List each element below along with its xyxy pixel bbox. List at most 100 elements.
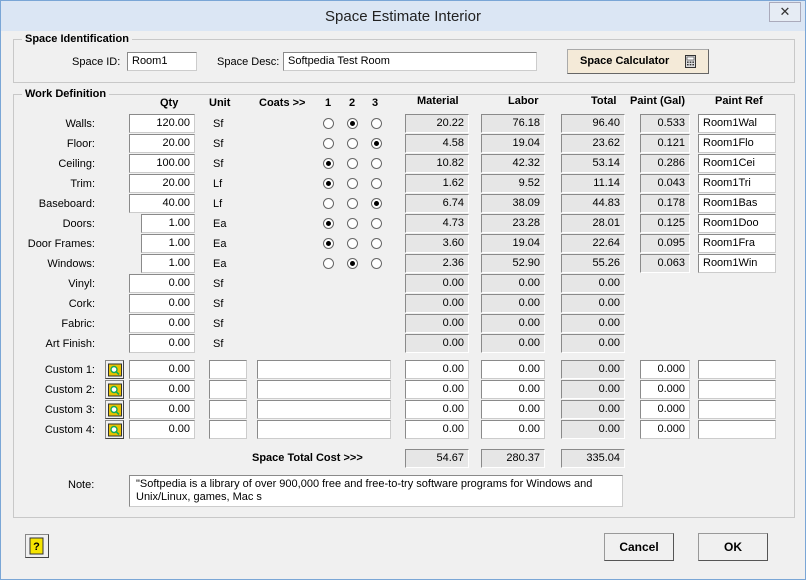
walls-qty-field[interactable]: 120.00 xyxy=(129,114,195,133)
trim-qty-field[interactable]: 20.00 xyxy=(129,174,195,193)
custom-1-unit-field[interactable] xyxy=(209,360,247,379)
custom-4-paint-ref-field[interactable] xyxy=(698,420,776,439)
door-frames-coats-3-radio[interactable] xyxy=(371,238,382,249)
door-frames-coats-2-radio[interactable] xyxy=(347,238,358,249)
baseboard-paint-ref-field[interactable]: Room1Bas xyxy=(698,194,776,213)
door-frames-paint-ref-field[interactable]: Room1Fra xyxy=(698,234,776,253)
baseboard-paint-value: 0.178 xyxy=(640,194,690,213)
ceiling-coats-3-radio[interactable] xyxy=(371,158,382,169)
doors-coats-1-radio[interactable] xyxy=(323,218,334,229)
space-desc-field[interactable]: Softpedia Test Room xyxy=(283,52,537,71)
vinyl-qty-field[interactable]: 0.00 xyxy=(129,274,195,293)
custom-1-lookup-button[interactable] xyxy=(105,360,124,379)
custom-2-material-field[interactable]: 0.00 xyxy=(405,380,469,399)
close-button[interactable]: ✕ xyxy=(769,2,801,22)
ceiling-coats-1-radio[interactable] xyxy=(323,158,334,169)
windows-coats-1-radio[interactable] xyxy=(323,258,334,269)
vinyl-labor-value: 0.00 xyxy=(481,274,545,293)
doors-paint-ref-field[interactable]: Room1Doo xyxy=(698,214,776,233)
space-id-field[interactable]: Room1 xyxy=(127,52,197,71)
custom-3-paint-field[interactable]: 0.000 xyxy=(640,400,690,419)
custom-1-labor-field[interactable]: 0.00 xyxy=(481,360,545,379)
walls-paint-ref-field[interactable]: Room1Wal xyxy=(698,114,776,133)
ceiling-coats-2-radio[interactable] xyxy=(347,158,358,169)
help-button[interactable]: ? xyxy=(25,534,49,558)
custom-1-paint-field[interactable]: 0.000 xyxy=(640,360,690,379)
custom-3-paint-ref-field[interactable] xyxy=(698,400,776,419)
art-finish-label: Art Finish: xyxy=(45,338,95,350)
custom-4-qty-field[interactable]: 0.00 xyxy=(129,420,195,439)
note-field[interactable]: "Softpedia is a library of over 900,000 … xyxy=(129,475,623,507)
floor-coats-1-radio[interactable] xyxy=(323,138,334,149)
trim-coats-2-radio[interactable] xyxy=(347,178,358,189)
custom-2-labor-field[interactable]: 0.00 xyxy=(481,380,545,399)
windows-coats-3-radio[interactable] xyxy=(371,258,382,269)
custom-4-material-field[interactable]: 0.00 xyxy=(405,420,469,439)
door-frames-coats-1-radio[interactable] xyxy=(323,238,334,249)
custom-3-desc-field[interactable] xyxy=(257,400,391,419)
custom-4-paint-field[interactable]: 0.000 xyxy=(640,420,690,439)
floor-coats-3-radio[interactable] xyxy=(371,138,382,149)
ceiling-paint-ref-field[interactable]: Room1Cei xyxy=(698,154,776,173)
doors-qty-field[interactable]: 1.00 xyxy=(141,214,195,233)
doors-labor-value: 23.28 xyxy=(481,214,545,233)
baseboard-qty-field[interactable]: 40.00 xyxy=(129,194,195,213)
custom-2-desc-field[interactable] xyxy=(257,380,391,399)
floor-paint-ref-field[interactable]: Room1Flo xyxy=(698,134,776,153)
custom-2-unit-field[interactable] xyxy=(209,380,247,399)
floor-material-value: 4.58 xyxy=(405,134,469,153)
walls-coats-3-radio[interactable] xyxy=(371,118,382,129)
custom-1-desc-field[interactable] xyxy=(257,360,391,379)
baseboard-coats-3-radio[interactable] xyxy=(371,198,382,209)
cork-qty-field[interactable]: 0.00 xyxy=(129,294,195,313)
windows-paint-ref-field[interactable]: Room1Win xyxy=(698,254,776,273)
cancel-button[interactable]: Cancel xyxy=(604,533,674,561)
custom-4-unit-field[interactable] xyxy=(209,420,247,439)
windows-total-value: 55.26 xyxy=(561,254,625,273)
baseboard-coats-1-radio[interactable] xyxy=(323,198,334,209)
custom-1-qty-field[interactable]: 0.00 xyxy=(129,360,195,379)
windows-unit: Ea xyxy=(213,258,227,270)
door-frames-qty-field[interactable]: 1.00 xyxy=(141,234,195,253)
trim-coats-3-radio[interactable] xyxy=(371,178,382,189)
work-definition-label: Work Definition xyxy=(22,88,110,100)
doors-coats-2-radio[interactable] xyxy=(347,218,358,229)
custom-3-labor-field[interactable]: 0.00 xyxy=(481,400,545,419)
custom-4-lookup-button[interactable] xyxy=(105,420,124,439)
custom-1-material-field[interactable]: 0.00 xyxy=(405,360,469,379)
custom-2-paint-field[interactable]: 0.000 xyxy=(640,380,690,399)
fabric-qty-field[interactable]: 0.00 xyxy=(129,314,195,333)
custom-2-lookup-button[interactable] xyxy=(105,380,124,399)
window-title: Space Estimate Interior xyxy=(325,8,481,25)
trim-paint-ref-field[interactable]: Room1Tri xyxy=(698,174,776,193)
trim-coats-1-radio[interactable] xyxy=(323,178,334,189)
space-calculator-button[interactable]: Space Calculator xyxy=(567,49,709,74)
search-book-icon xyxy=(108,403,122,417)
custom-2-paint-ref-field[interactable] xyxy=(698,380,776,399)
doors-unit: Ea xyxy=(213,218,227,230)
custom-4-labor-field[interactable]: 0.00 xyxy=(481,420,545,439)
baseboard-coats-2-radio[interactable] xyxy=(347,198,358,209)
ceiling-qty-field[interactable]: 100.00 xyxy=(129,154,195,173)
ok-button[interactable]: OK xyxy=(698,533,768,561)
custom-3-qty-field[interactable]: 0.00 xyxy=(129,400,195,419)
custom-2-qty-field[interactable]: 0.00 xyxy=(129,380,195,399)
art-finish-qty-field[interactable]: 0.00 xyxy=(129,334,195,353)
baseboard-labor-value: 38.09 xyxy=(481,194,545,213)
coats-3-header: 3 xyxy=(372,97,379,109)
walls-coats-2-radio[interactable] xyxy=(347,118,358,129)
windows-coats-2-radio[interactable] xyxy=(347,258,358,269)
floor-qty-field[interactable]: 20.00 xyxy=(129,134,195,153)
windows-qty-field[interactable]: 1.00 xyxy=(141,254,195,273)
custom-3-unit-field[interactable] xyxy=(209,400,247,419)
walls-labor-value: 76.18 xyxy=(481,114,545,133)
custom-3-material-field[interactable]: 0.00 xyxy=(405,400,469,419)
walls-coats-1-radio[interactable] xyxy=(323,118,334,129)
art-finish-unit: Sf xyxy=(213,338,224,350)
door-frames-labor-value: 19.04 xyxy=(481,234,545,253)
custom-4-desc-field[interactable] xyxy=(257,420,391,439)
custom-1-paint-ref-field[interactable] xyxy=(698,360,776,379)
floor-coats-2-radio[interactable] xyxy=(347,138,358,149)
doors-coats-3-radio[interactable] xyxy=(371,218,382,229)
custom-3-lookup-button[interactable] xyxy=(105,400,124,419)
